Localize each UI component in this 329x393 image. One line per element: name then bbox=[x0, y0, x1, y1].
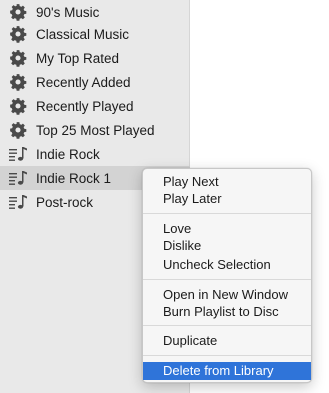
menu-item-love[interactable]: Love bbox=[143, 220, 311, 238]
sidebar-item-classical-music[interactable]: Classical Music bbox=[0, 22, 190, 46]
sidebar-item-label: Recently Added bbox=[36, 74, 131, 90]
sidebar-item-label: Top 25 Most Played bbox=[36, 122, 155, 138]
sidebar-item-label: Post-rock bbox=[36, 194, 94, 210]
sidebar-item-recently-played[interactable]: Recently Played bbox=[0, 94, 190, 118]
menu-item-uncheck-selection[interactable]: Uncheck Selection bbox=[143, 256, 311, 274]
sidebar-item-90s-music[interactable]: 90's Music bbox=[0, 0, 190, 24]
gear-icon bbox=[8, 72, 28, 92]
sidebar-item-label: My Top Rated bbox=[36, 50, 120, 66]
gear-icon bbox=[8, 2, 28, 22]
menu-separator bbox=[143, 279, 311, 280]
gear-icon bbox=[8, 48, 28, 68]
sidebar-item-top-25-most-played[interactable]: Top 25 Most Played bbox=[0, 118, 190, 142]
menu-item-duplicate[interactable]: Duplicate bbox=[143, 332, 311, 350]
sidebar-item-recently-added[interactable]: Recently Added bbox=[0, 70, 190, 94]
menu-separator bbox=[143, 213, 311, 214]
sidebar-item-label: 90's Music bbox=[36, 4, 100, 20]
menu-item-play-next[interactable]: Play Next bbox=[143, 173, 311, 191]
menu-item-delete-from-library[interactable]: Delete from Library bbox=[143, 362, 311, 380]
playlist-icon bbox=[8, 192, 28, 212]
playlist-icon bbox=[8, 144, 28, 164]
menu-item-burn-playlist-to-disc[interactable]: Burn Playlist to Disc bbox=[143, 303, 311, 321]
menu-item-dislike[interactable]: Dislike bbox=[143, 237, 311, 255]
sidebar-item-indie-rock[interactable]: Indie Rock bbox=[0, 142, 190, 166]
sidebar-item-label: Recently Played bbox=[36, 98, 134, 114]
sidebar-item-my-top-rated[interactable]: My Top Rated bbox=[0, 46, 190, 70]
gear-icon bbox=[8, 120, 28, 140]
gear-icon bbox=[8, 96, 28, 116]
gear-icon bbox=[8, 24, 28, 44]
menu-item-open-in-new-window[interactable]: Open in New Window bbox=[143, 286, 311, 304]
menu-separator bbox=[143, 325, 311, 326]
menu-separator bbox=[143, 355, 311, 356]
playlist-icon bbox=[8, 168, 28, 188]
menu-item-play-later[interactable]: Play Later bbox=[143, 190, 311, 208]
sidebar-item-label: Indie Rock 1 bbox=[36, 170, 112, 186]
context-menu: Play Next Play Later Love Dislike Unchec… bbox=[142, 168, 312, 383]
sidebar-item-label: Indie Rock bbox=[36, 146, 100, 162]
sidebar-item-label: Classical Music bbox=[36, 26, 130, 42]
